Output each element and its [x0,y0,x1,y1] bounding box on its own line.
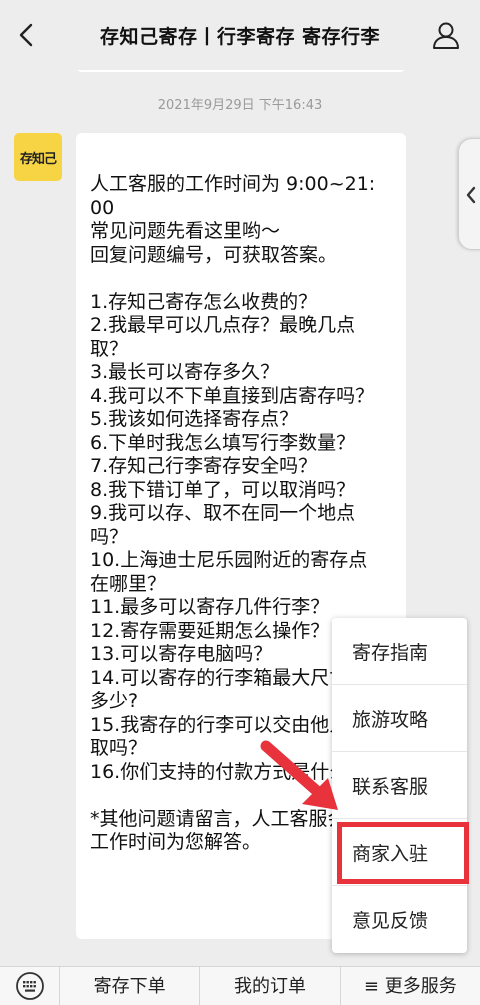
more-services-menu: 寄存指南 旅游攻略 联系客服 商家入驻 意见反馈 [332,618,467,953]
message-line: 回复问题编号，可获取答案。 [90,243,338,266]
menu-item-feedback[interactable]: 意见反馈 [332,886,467,953]
message-line: 9.我可以存、取不在同一个地点 [90,502,356,524]
message-line: 1.存知己寄存怎么收费的？ [90,290,318,313]
avatar[interactable]: 存知己 [14,133,62,181]
keyboard-toggle-button[interactable] [0,966,60,1005]
menu-item-storage-guide[interactable]: 寄存指南 [332,618,467,685]
page-title: 存知己寄存丨行李寄存 寄存行李 [99,25,381,48]
menu-item-travel-guide[interactable]: 旅游攻略 [332,685,467,752]
message-line: 3.最长可以寄存多久？ [90,361,280,383]
message-line: 人工客服的工作时间为 9:00~21: [90,173,376,195]
message-timestamp: 2021年9月29日 下午16:43 [157,98,323,113]
tab-my-orders[interactable]: 我的订单 [200,966,341,1005]
chat-header: 存知己寄存丨行李寄存 寄存行李 [0,0,480,70]
bottom-menu-bar: 寄存下单 我的订单 ≡ 更多服务 [0,966,480,1005]
highlight-box [337,822,469,884]
message-line: 6.下单时我怎么填写行李数量？ [90,431,356,454]
message-line: 取？ [90,337,129,360]
message-line: 5.我该如何选择寄存点？ [90,408,299,430]
message-line: 4.我可以不下单直接到店寄存吗？ [90,384,375,407]
avatar-text: 存知己 [19,151,57,167]
tab-storage-order[interactable]: 寄存下单 [60,966,201,1005]
menu-item-contact-service[interactable]: 联系客服 [332,752,467,819]
chevron-left-icon [466,186,476,204]
back-arrow-icon[interactable] [14,20,40,50]
side-float-tab[interactable] [458,138,480,250]
red-arrow-icon [260,740,338,810]
profile-icon[interactable] [432,20,460,50]
message-line: 8.我下错订单了，可以取消吗？ [90,478,356,501]
message-line: 11.最多可以寄存几件行李？ [90,596,330,618]
tab-more-services[interactable]: ≡ 更多服务 [341,967,480,1005]
keyboard-icon [15,972,44,1000]
message-line: 7.存知己行李寄存安全吗？ [90,455,318,477]
message-line: 10.上海迪士尼乐园附近的寄存点 [90,549,368,571]
message-line: 00 [90,196,115,219]
message-line: 2.我最早可以几点存？最晚几点 [90,314,356,336]
message-line: 在哪里？ [90,572,167,595]
message-line: 吗？ [90,525,129,548]
message-line: 常见问题先看这里哟～ [90,220,281,242]
